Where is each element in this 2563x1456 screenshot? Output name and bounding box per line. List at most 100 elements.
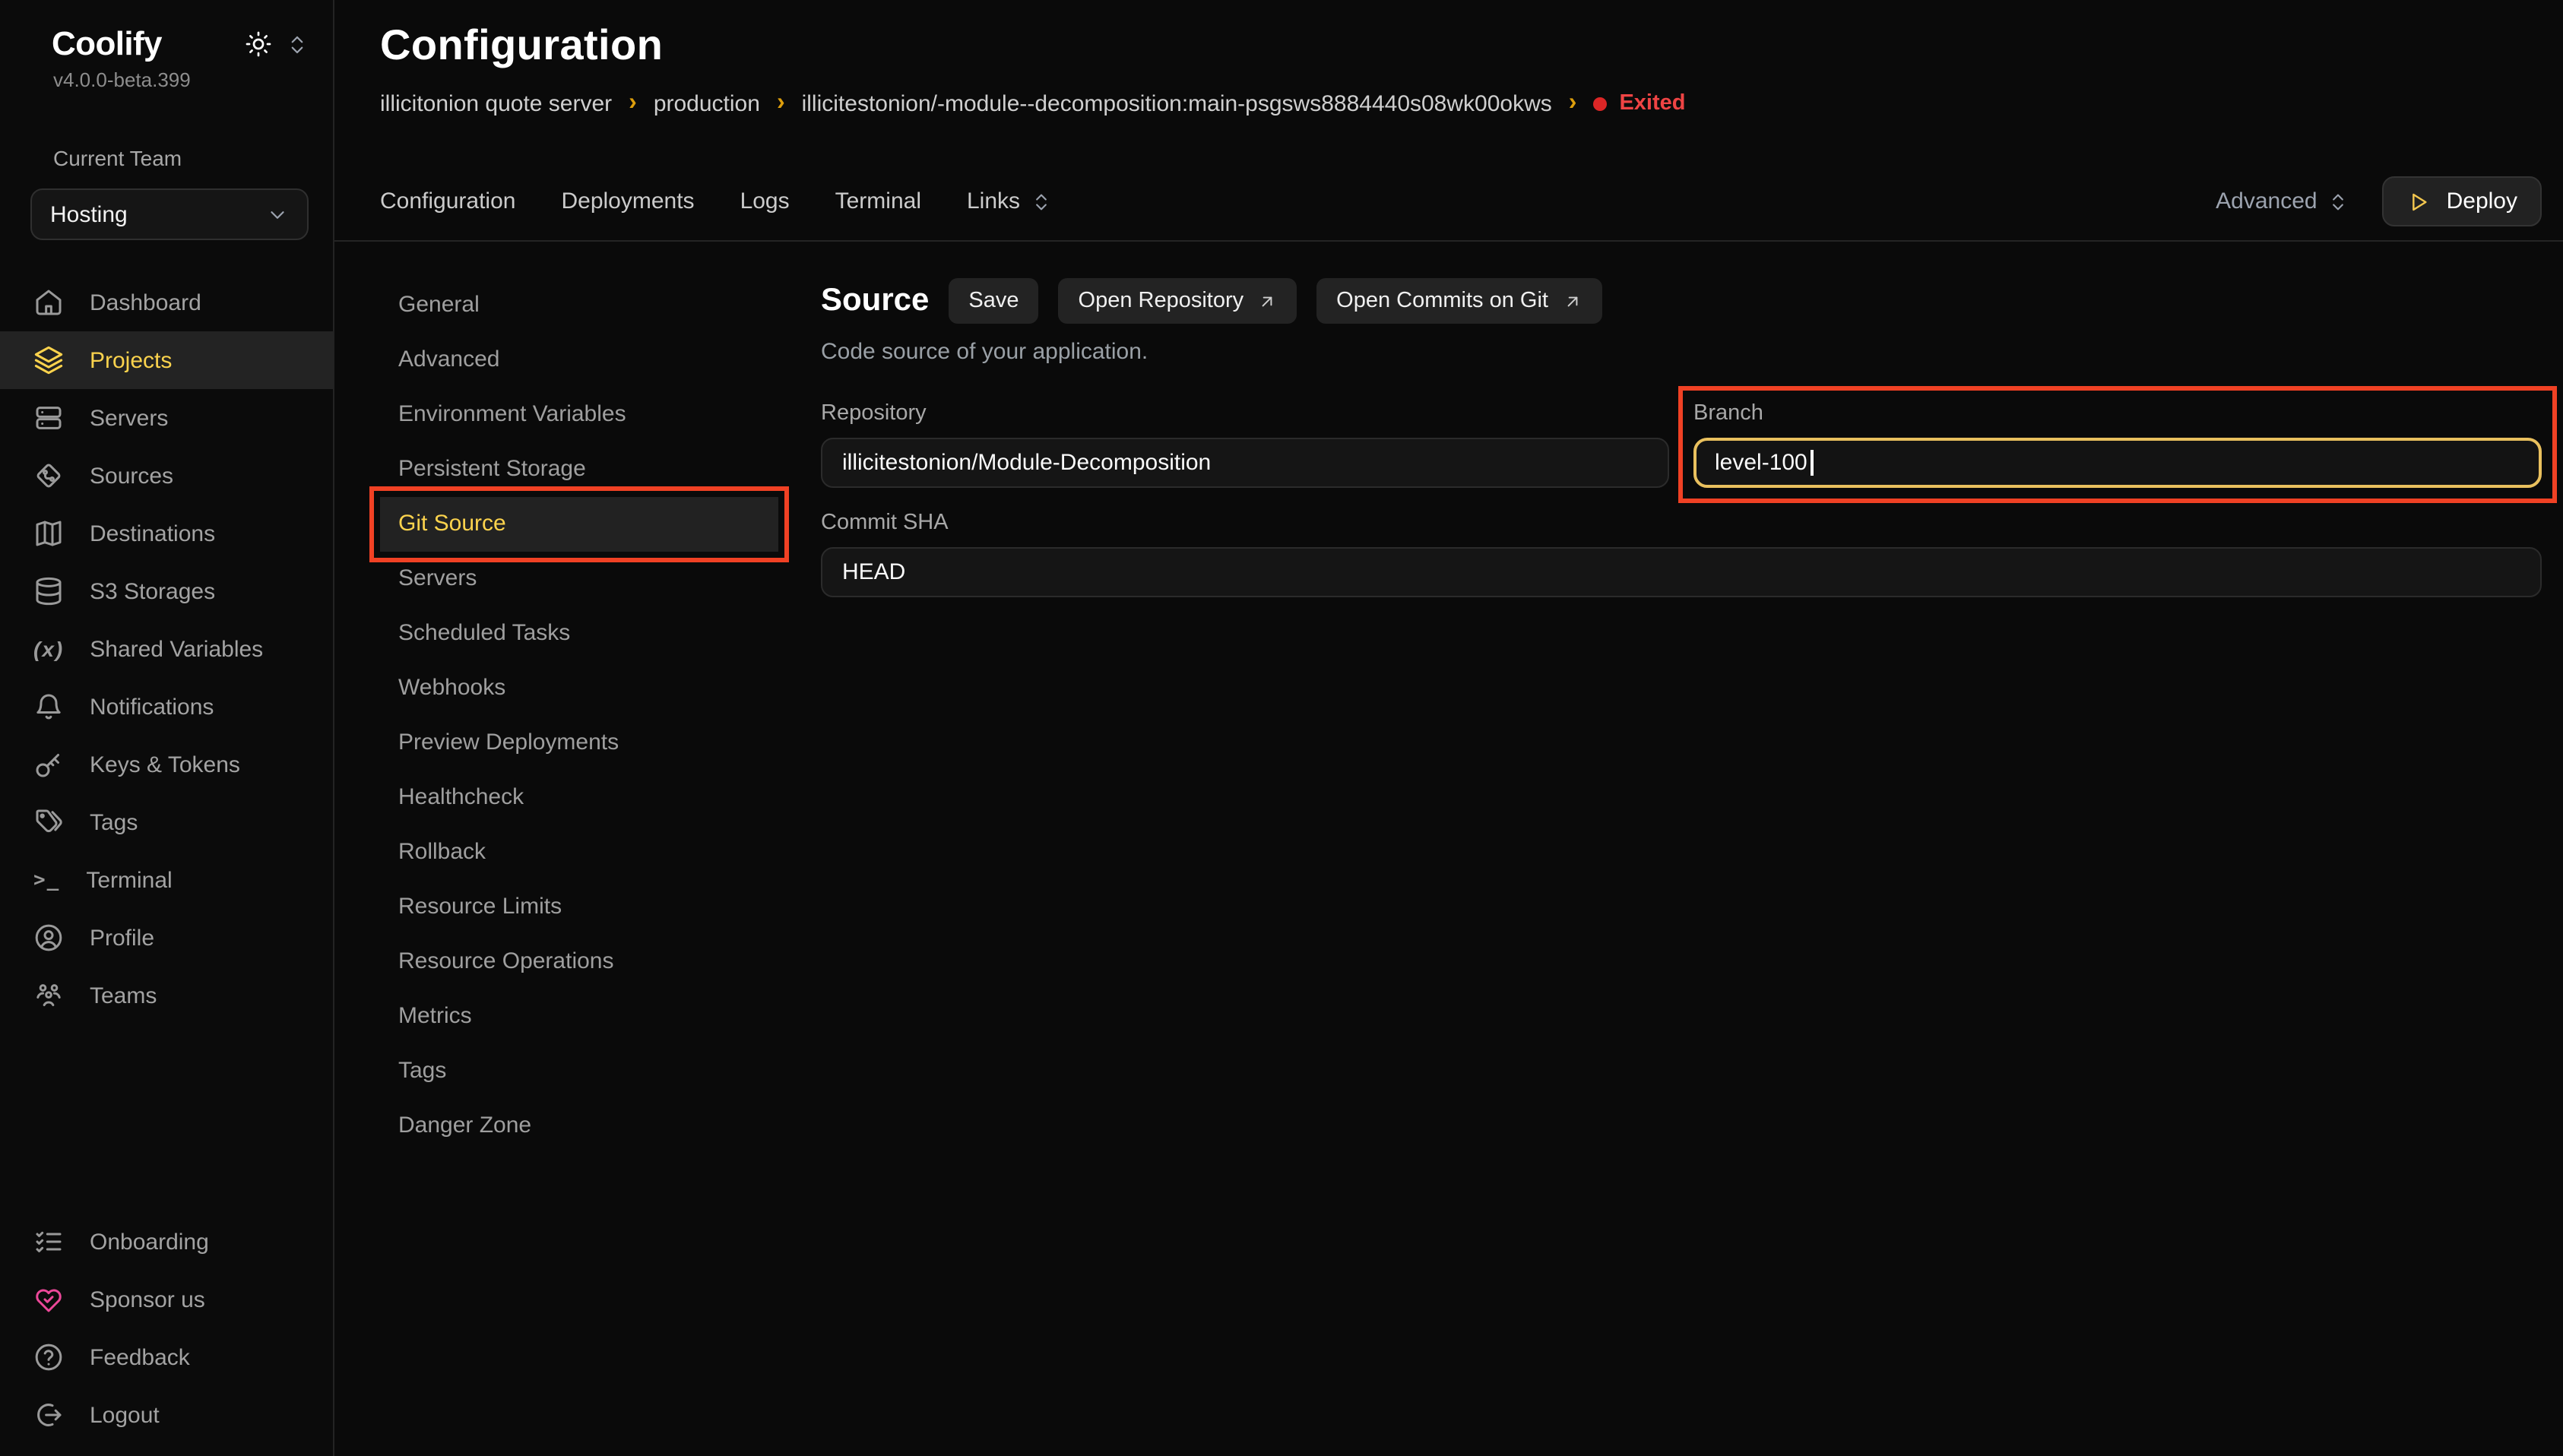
arrow-up-right-icon [1562, 291, 1582, 311]
commit-sha-field: Commit SHA [821, 511, 2542, 597]
tab-terminal[interactable]: Terminal [835, 188, 921, 214]
page-header: Configuration illicitonion quote server … [334, 0, 2563, 117]
sidebar-item-label: Terminal [86, 867, 172, 893]
tab-logs[interactable]: Logs [740, 188, 790, 214]
users-icon [33, 980, 64, 1011]
breadcrumb-application[interactable]: illicitestonion/-module--decomposition:m… [802, 90, 1552, 116]
sidebar-item-projects[interactable]: Projects [0, 331, 333, 389]
sidebar-item-label: Profile [90, 925, 154, 951]
open-repository-label: Open Repository [1079, 289, 1244, 313]
sidebar-item-notifications[interactable]: Notifications [0, 678, 333, 736]
repository-field: Repository [821, 401, 1669, 488]
status-badge: Exited [1593, 91, 1685, 116]
sidebar-item-label: Destinations [90, 521, 215, 546]
sidebar-item-onboarding[interactable]: Onboarding [0, 1213, 333, 1271]
sidebar-item-teams[interactable]: Teams [0, 967, 333, 1024]
key-icon [33, 749, 64, 780]
breadcrumb-environment[interactable]: production [654, 90, 760, 116]
subnav-item-preview-deployments[interactable]: Preview Deployments [380, 716, 778, 771]
source-panel: Source Save Open Repository Open Commits… [821, 278, 2542, 1456]
tab-links[interactable]: Links [967, 188, 1052, 214]
subnav-item-general[interactable]: General [380, 278, 778, 333]
open-commits-button[interactable]: Open Commits on Git [1316, 278, 1601, 324]
sidebar-item-label: Onboarding [90, 1229, 209, 1255]
page-title: Configuration [380, 21, 2542, 70]
chevron-down-icon [266, 203, 289, 226]
team-select[interactable]: Hosting [30, 188, 309, 240]
tabs: Configuration Deployments Logs Terminal … [380, 188, 1052, 214]
subnav-item-persistent-storage[interactable]: Persistent Storage [380, 442, 778, 497]
advanced-dropdown[interactable]: Advanced [2216, 188, 2349, 214]
sidebar-item-keys-tokens[interactable]: Keys & Tokens [0, 736, 333, 793]
subnav-item-servers[interactable]: Servers [380, 552, 778, 606]
breadcrumb: illicitonion quote server › production ›… [380, 90, 2542, 117]
sidebar-item-servers[interactable]: Servers [0, 389, 333, 447]
sidebar-header: Coolify v4.0.0-beta.399 Current Team Hos… [0, 0, 333, 240]
breadcrumb-separator: › [1569, 90, 1577, 117]
subnav-item-rollback[interactable]: Rollback [380, 825, 778, 880]
deploy-label: Deploy [2447, 188, 2517, 214]
sidebar-item-s3-storages[interactable]: S3 Storages [0, 562, 333, 620]
sidebar-item-sponsor-us[interactable]: Sponsor us [0, 1271, 333, 1328]
breadcrumb-separator: › [777, 90, 785, 117]
subnav-item-danger-zone[interactable]: Danger Zone [380, 1099, 778, 1154]
breadcrumb-project[interactable]: illicitonion quote server [380, 90, 612, 116]
theme-controls [245, 30, 309, 58]
save-button[interactable]: Save [949, 278, 1038, 324]
tab-deployments[interactable]: Deployments [561, 188, 694, 214]
database-icon [33, 576, 64, 606]
sidebar-item-tags[interactable]: Tags [0, 793, 333, 851]
source-description: Code source of your application. [821, 339, 2542, 365]
subnav-item-metrics[interactable]: Metrics [380, 989, 778, 1044]
current-team-label: Current Team [53, 146, 309, 170]
subnav-item-advanced[interactable]: Advanced [380, 333, 778, 388]
app-version: v4.0.0-beta.399 [53, 68, 309, 91]
map-icon [33, 518, 64, 549]
bell-icon [33, 692, 64, 722]
chevrons-up-down-icon [1031, 191, 1052, 212]
subnav-item-tags[interactable]: Tags [380, 1044, 778, 1099]
sidebar-item-label: Sponsor us [90, 1287, 205, 1312]
logout-icon [33, 1400, 64, 1430]
sidebar-item-destinations[interactable]: Destinations [0, 505, 333, 562]
tab-configuration[interactable]: Configuration [380, 188, 515, 214]
sidebar-item-terminal[interactable]: >_ Terminal [0, 851, 333, 909]
arrow-up-right-icon [1257, 291, 1277, 311]
advanced-label: Advanced [2216, 188, 2317, 214]
sidebar-item-profile[interactable]: Profile [0, 909, 333, 967]
sidebar-item-label: Tags [90, 809, 138, 835]
repository-input[interactable] [821, 438, 1669, 488]
sidebar-item-feedback[interactable]: Feedback [0, 1328, 333, 1386]
sidebar-item-label: Keys & Tokens [90, 752, 240, 777]
branch-input[interactable]: level-100 [1693, 438, 2542, 488]
commit-sha-input[interactable] [821, 547, 2542, 597]
sun-icon[interactable] [245, 30, 272, 58]
subnav-item-webhooks[interactable]: Webhooks [380, 661, 778, 716]
subnav-item-healthcheck[interactable]: Healthcheck [380, 771, 778, 825]
sidebar-item-logout[interactable]: Logout [0, 1386, 333, 1444]
chevrons-up-down-icon[interactable] [286, 33, 309, 55]
sidebar-item-dashboard[interactable]: Dashboard [0, 274, 333, 331]
subnav-item-resource-operations[interactable]: Resource Operations [380, 935, 778, 989]
tags-icon [33, 807, 64, 837]
deploy-button[interactable]: Deploy [2383, 176, 2542, 226]
subnav-item-git-source[interactable]: Git Source [380, 497, 778, 552]
subnav-item-environment-variables[interactable]: Environment Variables [380, 388, 778, 442]
sidebar-item-label: Projects [90, 347, 172, 373]
open-commits-label: Open Commits on Git [1336, 289, 1548, 313]
subnav-item-resource-limits[interactable]: Resource Limits [380, 880, 778, 935]
breadcrumb-separator: › [629, 90, 637, 117]
source-panel-header: Source Save Open Repository Open Commits… [821, 278, 2542, 324]
source-form: Repository Branch level-100 Commit SHA [821, 401, 2542, 597]
subnav-item-scheduled-tasks[interactable]: Scheduled Tasks [380, 606, 778, 661]
sidebar-footer: Onboarding Sponsor us Feedback Logout [0, 1213, 333, 1456]
layers-icon [33, 345, 64, 375]
open-repository-button[interactable]: Open Repository [1059, 278, 1297, 324]
sidebar-item-label: Feedback [90, 1344, 190, 1370]
repository-label: Repository [821, 401, 1669, 426]
sidebar-item-shared-variables[interactable]: (x) Shared Variables [0, 620, 333, 678]
sidebar-item-sources[interactable]: Sources [0, 447, 333, 505]
server-icon [33, 403, 64, 433]
tab-bar: Configuration Deployments Logs Terminal … [334, 163, 2563, 242]
terminal-icon: >_ [33, 869, 60, 891]
